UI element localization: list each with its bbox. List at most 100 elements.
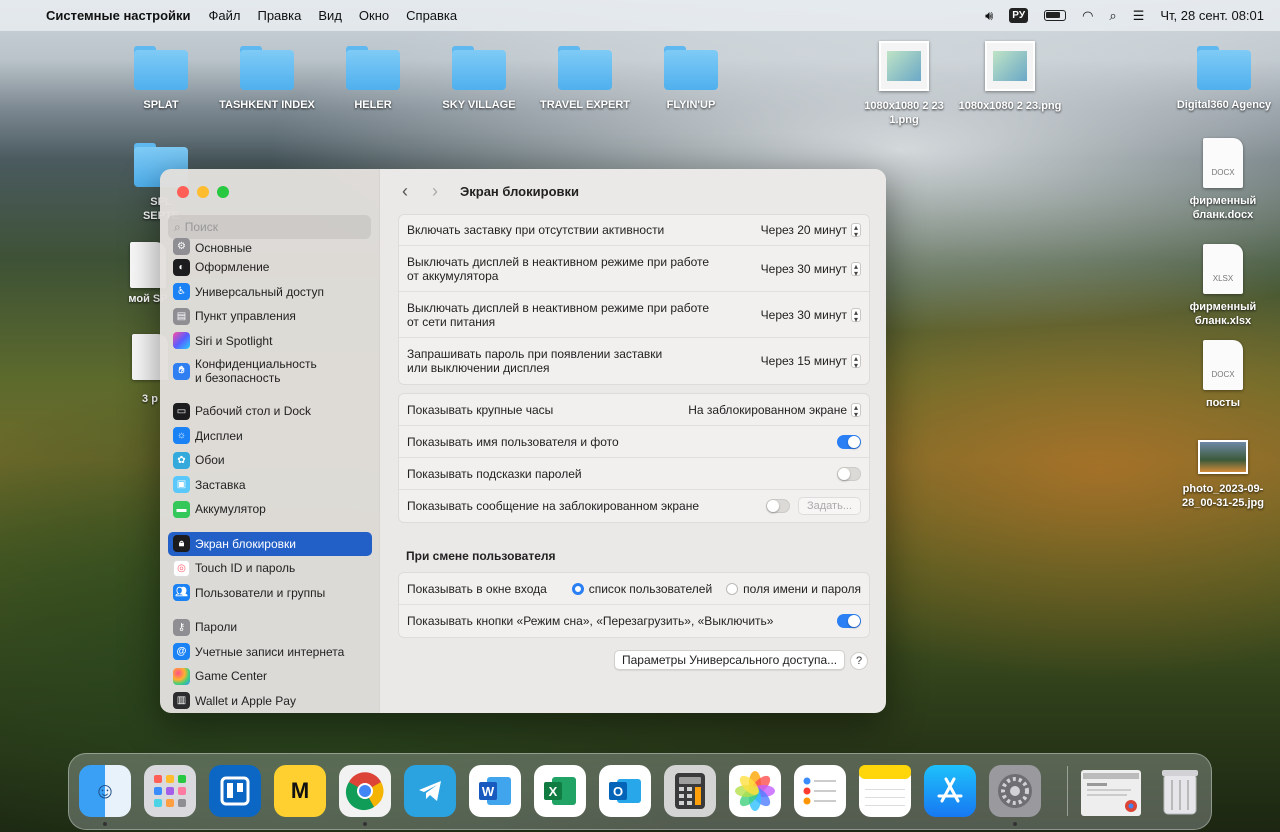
desktop-folder[interactable]: SPLAT — [106, 46, 216, 112]
desktop-folder[interactable]: HELER — [318, 46, 428, 112]
sidebar-item-screensaver[interactable]: ▣ Заставка — [168, 473, 372, 498]
radio-user-list[interactable]: список пользователей — [571, 582, 712, 596]
sidebar-item-internet-accounts[interactable]: @ Учетные записи интернета — [168, 640, 372, 665]
password-hints-toggle[interactable] — [837, 466, 861, 481]
accessibility-options-button[interactable]: Параметры Универсального доступа... — [614, 650, 846, 670]
help-button[interactable]: ? — [850, 652, 868, 670]
search-icon[interactable]: ⌕ — [1109, 8, 1116, 24]
menu-window[interactable]: Окно — [359, 8, 389, 23]
row-label: Показывать в окне входа — [407, 581, 547, 596]
desktop-folder[interactable]: TASHKENT INDEX — [212, 46, 322, 112]
word-icon[interactable]: W — [469, 765, 521, 817]
sidebar-item-wallpaper[interactable]: ✿ Обои — [168, 448, 372, 473]
trello-icon[interactable] — [209, 765, 261, 817]
photos-icon[interactable] — [729, 765, 781, 817]
miro-icon[interactable]: M — [274, 765, 326, 817]
desktop-docx-file[interactable]: DOCX фирменный бланк.docx — [1168, 138, 1278, 222]
sidebar-item-desktop-dock[interactable]: ▭ Рабочий стол и Dock — [168, 399, 372, 424]
launchpad-icon[interactable] — [144, 765, 196, 817]
battery-icon[interactable] — [1044, 10, 1067, 21]
row-label: Показывать кнопки «Режим сна», «Перезагр… — [407, 614, 774, 628]
app-store-icon[interactable] — [924, 765, 976, 817]
svg-text:O: O — [613, 784, 623, 799]
minimized-window-thumbnail[interactable] — [1081, 770, 1141, 816]
reminders-icon[interactable] — [794, 765, 846, 817]
close-button[interactable] — [177, 186, 189, 198]
sidebar-list: ⚙ Основные ◐ Оформление ♿︎ Универсальный… — [168, 237, 372, 713]
settings-row: Показывать сообщение на заблокированном … — [399, 490, 869, 522]
require-password-popup[interactable]: Через 15 минут ▴ ▾ — [761, 354, 861, 370]
back-chevron-icon[interactable]: ‹ — [394, 181, 416, 202]
large-clock-popup[interactable]: На заблокированном экране ▴ ▾ — [688, 402, 861, 418]
search-input[interactable] — [184, 220, 355, 234]
row-label: Показывать подсказки паролей — [407, 466, 582, 481]
wifi-icon[interactable]: ◠ — [1082, 8, 1093, 24]
siri-icon — [173, 332, 190, 350]
chrome-icon[interactable] — [339, 765, 391, 817]
sidebar-item-general[interactable]: ⚙ Основные — [168, 237, 372, 255]
notes-icon[interactable] — [859, 765, 911, 817]
sidebar-item-appearance[interactable]: ◐ Оформление — [168, 255, 372, 280]
sidebar-item-privacy[interactable]: ✋︎ Конфиденциальность и безопасность — [168, 353, 372, 389]
menu-view[interactable]: Вид — [318, 8, 342, 23]
volume-icon[interactable]: 🔊︎ — [985, 8, 993, 24]
menu-file[interactable]: Файл — [209, 8, 241, 23]
desktop-xlsx-file[interactable]: XLSX фирменный бланк.xlsx — [1168, 244, 1278, 328]
running-indicator — [103, 822, 107, 826]
minimize-button[interactable] — [197, 186, 209, 198]
sidebar-item-touch-id[interactable]: ◎ Touch ID и пароль — [168, 556, 372, 581]
calculator-icon[interactable] — [664, 765, 716, 817]
main-pane: ‹ › Экран блокировки Включать заставку п… — [380, 169, 886, 713]
show-username-toggle[interactable] — [837, 434, 861, 449]
sidebar-item-control-center[interactable]: ▤ Пункт управления — [168, 304, 372, 329]
finder-icon[interactable]: ☺ — [79, 765, 131, 817]
desktop-image-file[interactable]: 1080x1080 2 23 1.png — [849, 41, 959, 127]
desktop-folder[interactable]: FLYIN'UP — [636, 46, 746, 112]
desktop-jpg-file[interactable]: photo_2023-09-28_00-31-25.jpg — [1168, 432, 1278, 510]
dock: ☺ M W X O — [68, 753, 1212, 830]
sidebar-item-users-groups[interactable]: 👥︎ Пользователи и группы — [168, 581, 372, 606]
menu-edit[interactable]: Правка — [257, 8, 301, 23]
screensaver-delay-popup[interactable]: Через 20 минут ▴ ▾ — [761, 223, 861, 239]
lock-message-toggle[interactable] — [766, 499, 790, 513]
radio-name-password[interactable]: поля имени и пароля — [726, 582, 861, 596]
folder-icon — [558, 46, 612, 90]
control-center-icon[interactable]: ☰ — [1133, 8, 1145, 24]
running-indicator — [1013, 822, 1017, 826]
sidebar-item-label: Wallet и Apple Pay — [195, 693, 296, 708]
zoom-button[interactable] — [217, 186, 229, 198]
system-settings-icon[interactable] — [989, 765, 1041, 817]
sidebar-item-game-center[interactable]: Game Center — [168, 664, 372, 689]
power-display-off-popup[interactable]: Через 30 минут ▴ ▾ — [761, 307, 861, 323]
control-center-icon: ▤ — [173, 307, 190, 325]
menu-help[interactable]: Справка — [406, 8, 457, 23]
desktop-image-file[interactable]: 1080x1080 2 23.png — [955, 41, 1065, 113]
desktop-docx-file[interactable]: DOCX посты — [1168, 340, 1278, 410]
menu-clock[interactable]: Чт, 28 сент. 08:01 — [1160, 8, 1264, 23]
sidebar-item-label: Дисплеи — [195, 428, 243, 443]
sidebar-item-lock-screen[interactable]: 🔒︎ Экран блокировки — [168, 531, 372, 556]
battery-display-off-popup[interactable]: Через 30 минут ▴ ▾ — [761, 261, 861, 277]
outlook-icon[interactable]: O — [599, 765, 651, 817]
desktop-folder[interactable]: SKY VILLAGE — [424, 46, 534, 112]
power-buttons-toggle[interactable] — [837, 614, 861, 628]
sidebar-item-passwords[interactable]: ⚷ Пароли — [168, 615, 372, 640]
set-message-button[interactable]: Задать... — [798, 497, 861, 515]
input-source-badge[interactable]: РУ — [1009, 8, 1029, 23]
sidebar-item-wallet[interactable]: ▥ Wallet и Apple Pay — [168, 689, 372, 714]
desktop-folder[interactable]: TRAVEL EXPERT — [530, 46, 640, 112]
document-icon: DOCX — [1203, 138, 1243, 188]
gear-icon: ⚙ — [173, 238, 190, 255]
sidebar-item-displays[interactable]: ☼ Дисплеи — [168, 424, 372, 449]
excel-icon[interactable]: X — [534, 765, 586, 817]
desktop-folder[interactable]: Digital360 Agency — [1168, 46, 1280, 112]
sidebar-item-battery[interactable]: ▬ Аккумулятор — [168, 497, 372, 522]
trash-icon[interactable] — [1154, 765, 1206, 817]
sidebar-item-siri-spotlight[interactable]: Siri и Spotlight — [168, 329, 372, 354]
forward-chevron-icon[interactable]: › — [424, 181, 446, 202]
telegram-icon[interactable] — [404, 765, 456, 817]
search-field[interactable]: ⌕ — [168, 215, 371, 239]
sidebar-item-accessibility[interactable]: ♿︎ Универсальный доступ — [168, 280, 372, 305]
menu-app-name[interactable]: Системные настройки — [46, 8, 191, 23]
svg-text:X: X — [549, 784, 558, 799]
